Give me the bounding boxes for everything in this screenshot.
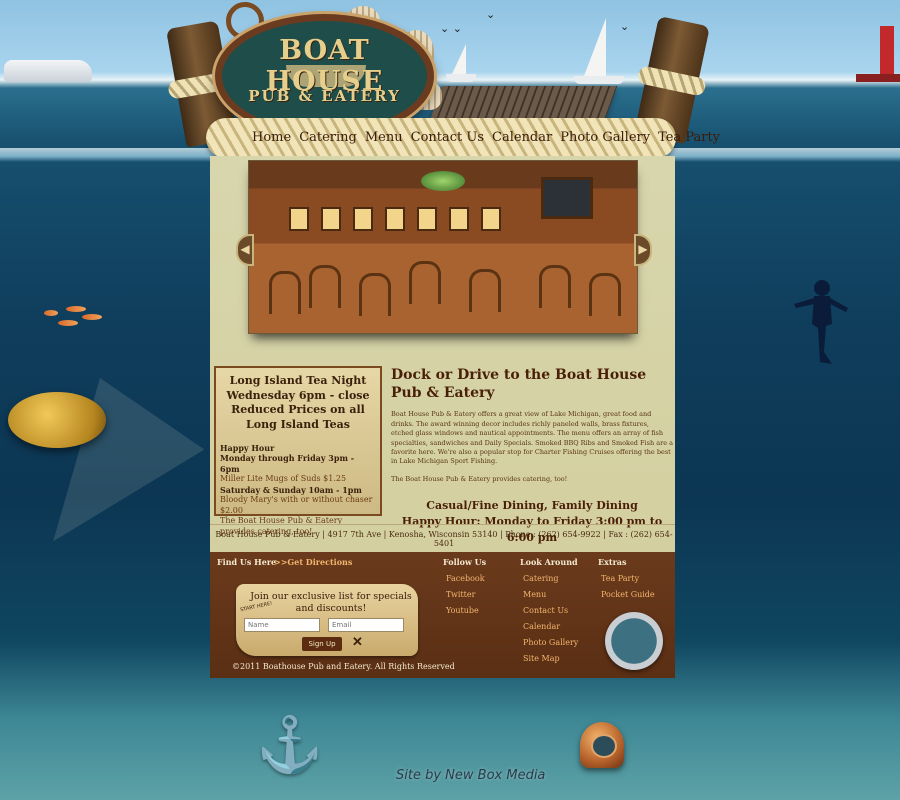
submarine-illustration bbox=[8, 392, 106, 448]
footer-calendar-link[interactable]: Calendar bbox=[523, 622, 578, 631]
chair-illustration bbox=[469, 269, 501, 312]
look-around-column: Look Around Catering Menu Contact Us Cal… bbox=[520, 557, 578, 663]
weekend-hours: Saturday & Sunday 10am - 1pm bbox=[220, 484, 362, 495]
fish-icon bbox=[58, 320, 78, 326]
twitter-link[interactable]: Twitter bbox=[446, 590, 486, 599]
nav-contact-us[interactable]: Contact Us bbox=[411, 130, 484, 145]
frame-illustration bbox=[481, 207, 501, 231]
newsletter-signup: Join our exclusive list for specials and… bbox=[236, 584, 418, 656]
seagull-icon: ⌄ bbox=[620, 20, 630, 33]
hero-slideshow-image bbox=[248, 160, 638, 334]
footer-site-map-link[interactable]: Site Map bbox=[523, 654, 578, 663]
nav-calendar[interactable]: Calendar bbox=[492, 130, 552, 145]
weekday-hours: Monday through Friday 3pm - 6pm bbox=[220, 453, 355, 474]
address-bar: Boat House Pub & Eatery | 4917 7th Ave |… bbox=[215, 530, 673, 548]
promo-box: Long Island Tea Night Wednesday 6pm - cl… bbox=[214, 366, 382, 536]
chair-illustration bbox=[409, 261, 441, 304]
youtube-link[interactable]: Youtube bbox=[446, 606, 486, 615]
x-mark-icon: ✕ bbox=[352, 635, 363, 650]
frame-illustration bbox=[353, 207, 373, 231]
footer-pocket-guide-link[interactable]: Pocket Guide bbox=[601, 590, 655, 599]
frame-illustration bbox=[385, 207, 405, 231]
frame-illustration bbox=[449, 207, 469, 231]
follow-us-title: Follow Us bbox=[443, 557, 487, 567]
site-credit[interactable]: Site by New Box Media bbox=[396, 768, 545, 783]
scuba-diver-illustration bbox=[794, 280, 848, 364]
footer-contact-link[interactable]: Contact Us bbox=[523, 606, 578, 615]
nav-tea-party[interactable]: Tea Party bbox=[658, 130, 720, 145]
logo-subtitle: PUB & EATERY bbox=[248, 87, 401, 105]
lighthouse-illustration bbox=[880, 26, 894, 76]
promo-title-line: Reduced Prices on all Long Island Teas bbox=[231, 403, 365, 431]
promo-title-line: Wednesday 6pm - close bbox=[226, 388, 370, 402]
frame-illustration bbox=[417, 207, 437, 231]
lighthouse-base bbox=[856, 74, 900, 82]
chair-illustration bbox=[589, 273, 621, 316]
look-around-title: Look Around bbox=[520, 557, 578, 567]
footer-catering-link[interactable]: Catering bbox=[523, 574, 578, 583]
main-article: Dock or Drive to the Boat House Pub & Ea… bbox=[391, 366, 673, 546]
diving-helmet-icon bbox=[580, 722, 624, 768]
chair-illustration bbox=[269, 271, 301, 314]
happy-hour-title: Happy Hour bbox=[220, 442, 275, 453]
nav-catering[interactable]: Catering bbox=[299, 130, 357, 145]
name-input[interactable] bbox=[244, 618, 320, 632]
anchor-icon: ⚓ bbox=[256, 713, 324, 776]
weekday-deal: Miller Lite Mugs of Suds $1.25 bbox=[220, 474, 347, 484]
main-nav: Home Catering Menu Contact Us Calendar P… bbox=[252, 130, 720, 145]
footer-photo-gallery-link[interactable]: Photo Gallery bbox=[523, 638, 578, 647]
nav-home[interactable]: Home bbox=[252, 130, 291, 145]
chevron-right-icon: ▶ bbox=[638, 242, 648, 256]
slideshow-next-button[interactable]: ▶ bbox=[634, 234, 652, 266]
chair-illustration bbox=[309, 265, 341, 308]
sailboat-icon bbox=[574, 18, 624, 84]
seagull-icon: ⌄ bbox=[486, 8, 496, 21]
footer-tea-party-link[interactable]: Tea Party bbox=[601, 574, 655, 583]
fish-icon bbox=[44, 310, 58, 316]
follow-us-column: Follow Us Facebook Twitter Youtube bbox=[443, 557, 486, 615]
facebook-link[interactable]: Facebook bbox=[446, 574, 486, 583]
email-input[interactable] bbox=[328, 618, 404, 632]
sailboat-small-icon bbox=[446, 44, 476, 82]
extras-title: Extras bbox=[598, 557, 627, 567]
extras-column: Extras Tea Party Pocket Guide bbox=[598, 557, 655, 599]
porthole-fish-icon[interactable] bbox=[605, 612, 663, 670]
page-title: Dock or Drive to the Boat House Pub & Ea… bbox=[391, 367, 647, 402]
fish-icon bbox=[66, 306, 86, 312]
nav-menu[interactable]: Menu bbox=[365, 130, 403, 145]
promo-title-line: Long Island Tea Night bbox=[229, 374, 367, 387]
seagull-icon: ⌄ ⌄ bbox=[440, 22, 462, 35]
chair-illustration bbox=[539, 265, 571, 308]
catering-paragraph: The Boat House Pub & Eatery provides cat… bbox=[391, 474, 568, 483]
footer-menu-link[interactable]: Menu bbox=[523, 590, 578, 599]
find-us-label: Find Us Here bbox=[217, 557, 277, 567]
get-directions-link[interactable]: >>Get Directions bbox=[274, 557, 352, 567]
yacht-illustration bbox=[4, 60, 92, 82]
divider bbox=[210, 524, 675, 525]
fish-icon bbox=[82, 314, 102, 320]
frame-illustration bbox=[289, 207, 309, 231]
lamp-illustration bbox=[421, 171, 465, 191]
nav-photo-gallery[interactable]: Photo Gallery bbox=[560, 130, 650, 145]
signup-text: Join our exclusive list for specials and… bbox=[250, 591, 412, 614]
intro-paragraph: Boat House Pub & Eatery offers a great v… bbox=[391, 410, 673, 466]
weekend-deal: Bloody Mary's with or without chaser $2.… bbox=[220, 495, 373, 515]
tv-illustration bbox=[541, 177, 593, 219]
dining-tagline: Casual/Fine Dining, Family Dining bbox=[426, 499, 638, 513]
sign-up-button[interactable]: Sign Up bbox=[302, 637, 342, 651]
frame-illustration bbox=[321, 207, 341, 231]
chevron-left-icon: ◀ bbox=[240, 242, 250, 256]
copyright: ©2011 Boathouse Pub and Eatery. All Righ… bbox=[232, 662, 455, 671]
slideshow-prev-button[interactable]: ◀ bbox=[236, 234, 254, 266]
chair-illustration bbox=[359, 273, 391, 316]
